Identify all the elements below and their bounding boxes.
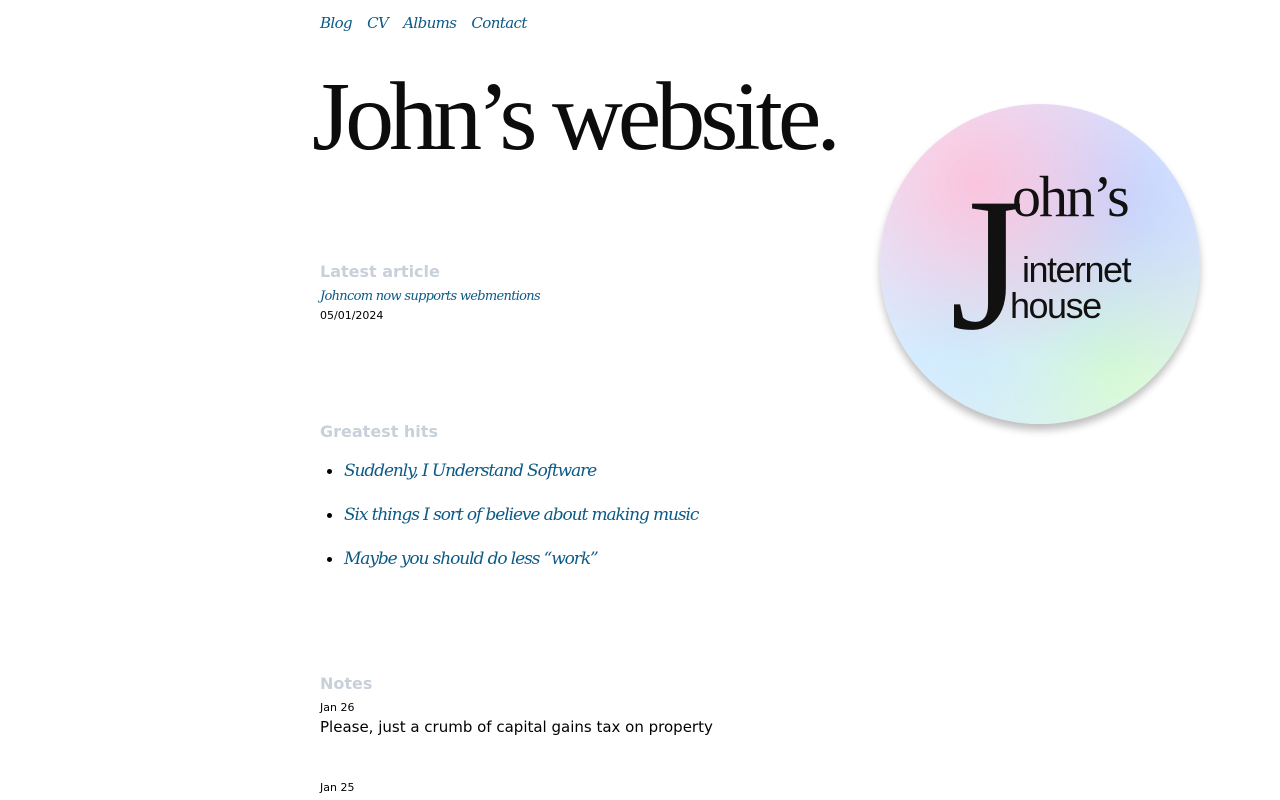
logo-artwork: J ohn’s internet house: [950, 160, 1133, 370]
hit-link[interactable]: Six things I sort of believe about makin…: [344, 505, 699, 525]
nav-link-blog[interactable]: Blog: [320, 14, 353, 32]
list-item: Maybe you should do less “work”: [344, 548, 698, 592]
latest-article-date: 05/01/2024: [320, 309, 384, 322]
latest-article-link[interactable]: Johncom now supports webmentions: [320, 289, 541, 304]
note-date: Jan 25: [320, 781, 355, 794]
latest-article-heading: Latest article: [320, 262, 440, 281]
greatest-hits-list: Suddenly, I Understand Software Six thin…: [320, 460, 699, 592]
nav-link-cv[interactable]: CV: [367, 14, 389, 32]
nav-link-albums[interactable]: Albums: [403, 14, 457, 32]
nav-link-contact[interactable]: Contact: [471, 14, 527, 32]
logo-line-3: house: [1010, 285, 1101, 326]
main-nav: Blog CV Albums Contact: [320, 14, 542, 32]
notes-heading: Notes: [320, 674, 373, 693]
hit-link[interactable]: Maybe you should do less “work”: [344, 549, 599, 569]
note-date: Jan 26: [320, 701, 355, 714]
hit-link[interactable]: Suddenly, I Understand Software: [344, 461, 597, 481]
logo-line-1: ohn’s: [1012, 164, 1128, 229]
list-item: Six things I sort of believe about makin…: [344, 504, 699, 548]
site-logo: J ohn’s internet house: [880, 104, 1200, 424]
list-item: Suddenly, I Understand Software: [344, 460, 698, 504]
note-text[interactable]: Please, just a crumb of capital gains ta…: [320, 718, 713, 736]
greatest-hits-heading: Greatest hits: [320, 422, 438, 441]
logo-line-2: internet: [1022, 249, 1132, 290]
site-title: John’s website.: [312, 63, 841, 171]
